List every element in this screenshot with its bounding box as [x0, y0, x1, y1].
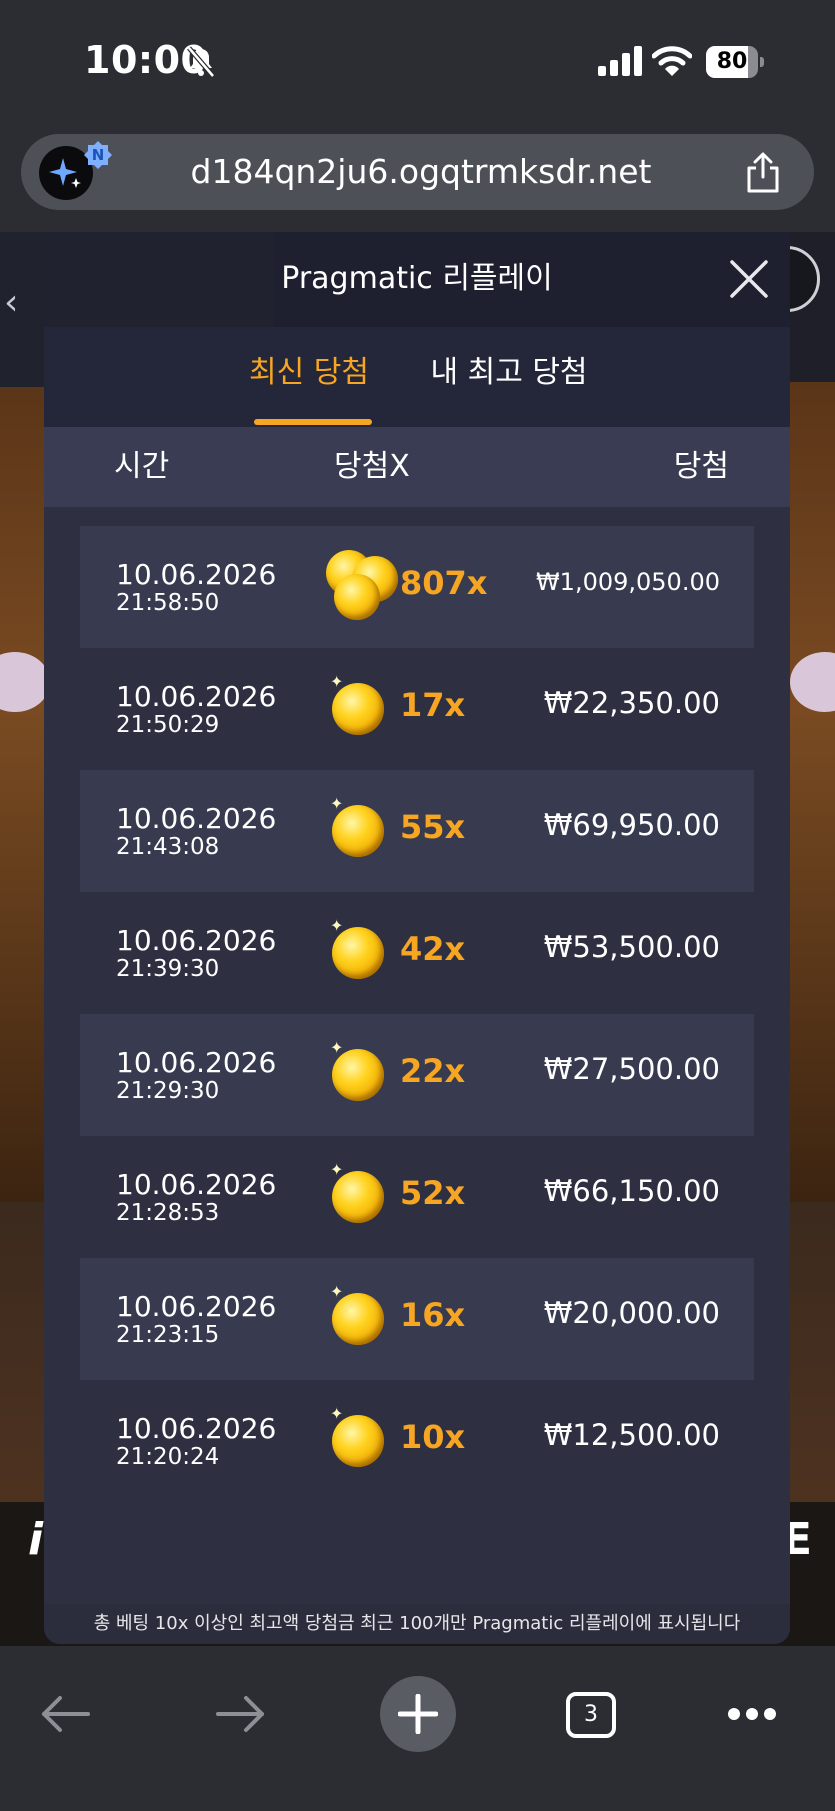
row-time: 21:23:15 — [116, 1322, 220, 1348]
sparkle-icon: ✦ — [330, 1160, 344, 1179]
forward-arrow-icon[interactable] — [214, 1692, 266, 1736]
row-win-amount: ₩1,009,050.00 — [535, 568, 720, 596]
new-tab-button[interactable] — [380, 1676, 456, 1752]
cellular-signal-icon — [598, 46, 642, 76]
sparkle-icon: ✦ — [330, 1404, 344, 1423]
tab-recent-wins[interactable]: 최신 당첨 — [244, 345, 374, 401]
row-win-amount: ₩69,950.00 — [543, 808, 720, 842]
row-date: 10.06.2026 — [116, 924, 277, 957]
share-icon[interactable] — [743, 152, 783, 194]
tabs-icon[interactable]: 3 — [566, 1692, 616, 1738]
table-row[interactable]: 10.06.2026 21:20:24 ✦ 10x ₩12,500.00 — [80, 1380, 754, 1502]
row-win-amount: ₩27,500.00 — [543, 1052, 720, 1086]
table-row[interactable]: 10.06.2026 21:23:15 ✦ 16x ₩20,000.00 — [80, 1258, 754, 1380]
row-date: 10.06.2026 — [116, 558, 277, 591]
open-tabs-count: 3 — [584, 1702, 598, 1727]
table-row[interactable]: 10.06.2026 21:28:53 ✦ 52x ₩66,150.00 — [80, 1136, 754, 1258]
back-arrow-icon[interactable] — [40, 1692, 92, 1736]
row-time: 21:20:24 — [116, 1444, 220, 1470]
table-row[interactable]: 10.06.2026 21:43:08 ✦ 55x ₩69,950.00 — [80, 770, 754, 892]
more-icon[interactable] — [726, 1706, 778, 1722]
sparkle-icon: ✦ — [330, 916, 344, 935]
row-win-amount: ₩66,150.00 — [543, 1174, 720, 1208]
row-date: 10.06.2026 — [116, 1412, 277, 1445]
chevron-left-icon[interactable]: ‹ — [4, 282, 34, 323]
tab-my-best-wins[interactable]: 내 최고 당첨 — [414, 345, 604, 401]
row-time: 21:28:53 — [116, 1200, 220, 1226]
sparkle-icon: ✦ — [330, 1282, 344, 1301]
table-row[interactable]: 10.06.2026 21:39:30 ✦ 42x ₩53,500.00 — [80, 892, 754, 1014]
row-time: 21:29:30 — [116, 1078, 220, 1104]
column-header-multiplier: 당첨X — [334, 449, 410, 484]
sparkle-icon: ✦ — [330, 672, 344, 691]
address-bar[interactable]: N d184qn2ju6.ogqtrmksdr.net — [21, 134, 814, 210]
active-tab-indicator — [254, 419, 372, 425]
row-win-amount: ₩20,000.00 — [543, 1296, 720, 1330]
replay-modal: Pragmatic 리플레이 최신 당첨 내 최고 당첨 시간 당첨X 당첨 1… — [44, 232, 790, 1644]
replay-tabs: 최신 당첨 내 최고 당첨 — [44, 327, 790, 427]
row-time: 21:43:08 — [116, 834, 220, 860]
sparkle-icon — [49, 158, 81, 188]
row-date: 10.06.2026 — [116, 1290, 277, 1323]
status-bar: 10:00 80 — [0, 0, 835, 125]
table-row[interactable]: 10.06.2026 21:58:50 807x ₩1,009,050.00 — [80, 526, 754, 648]
wifi-icon — [652, 46, 692, 76]
row-date: 10.06.2026 — [116, 680, 277, 713]
row-date: 10.06.2026 — [116, 1168, 277, 1201]
sparkle-icon: ✦ — [330, 1038, 344, 1057]
row-win-amount: ₩12,500.00 — [543, 1418, 720, 1452]
battery-level: 80 — [716, 49, 748, 74]
coin-stack-icon — [324, 548, 404, 628]
row-date: 10.06.2026 — [116, 1046, 277, 1079]
row-time: 21:58:50 — [116, 590, 220, 616]
footer-note: 총 베팅 10x 이상인 최고액 당첨금 최근 100개만 Pragmatic … — [44, 1604, 790, 1644]
plus-icon — [398, 1694, 438, 1734]
row-win-amount: ₩53,500.00 — [543, 930, 720, 964]
sparkle-icon: ✦ — [330, 794, 344, 813]
win-list: 10.06.2026 21:58:50 807x ₩1,009,050.00 1… — [80, 526, 754, 1502]
row-win-amount: ₩22,350.00 — [543, 686, 720, 720]
browser-toolbar: 3 — [0, 1646, 835, 1811]
battery-icon: 80 — [706, 46, 764, 78]
modal-header: Pragmatic 리플레이 — [44, 232, 790, 327]
row-time: 21:50:29 — [116, 712, 220, 738]
background-logo-fragment: i — [28, 1514, 44, 1565]
table-row[interactable]: 10.06.2026 21:29:30 ✦ 22x ₩27,500.00 — [80, 1014, 754, 1136]
table-header: 시간 당첨X 당첨 — [44, 427, 790, 507]
row-date: 10.06.2026 — [116, 802, 277, 835]
ai-badge: N — [83, 140, 113, 170]
column-header-win: 당첨 — [673, 449, 729, 484]
table-row[interactable]: 10.06.2026 21:50:29 ✦ 17x ₩22,350.00 — [80, 648, 754, 770]
url-text[interactable]: d184qn2ju6.ogqtrmksdr.net — [141, 134, 701, 210]
close-icon[interactable] — [728, 258, 770, 300]
column-header-time: 시간 — [114, 449, 170, 484]
row-time: 21:39:30 — [116, 956, 220, 982]
bell-slash-icon — [187, 46, 215, 78]
